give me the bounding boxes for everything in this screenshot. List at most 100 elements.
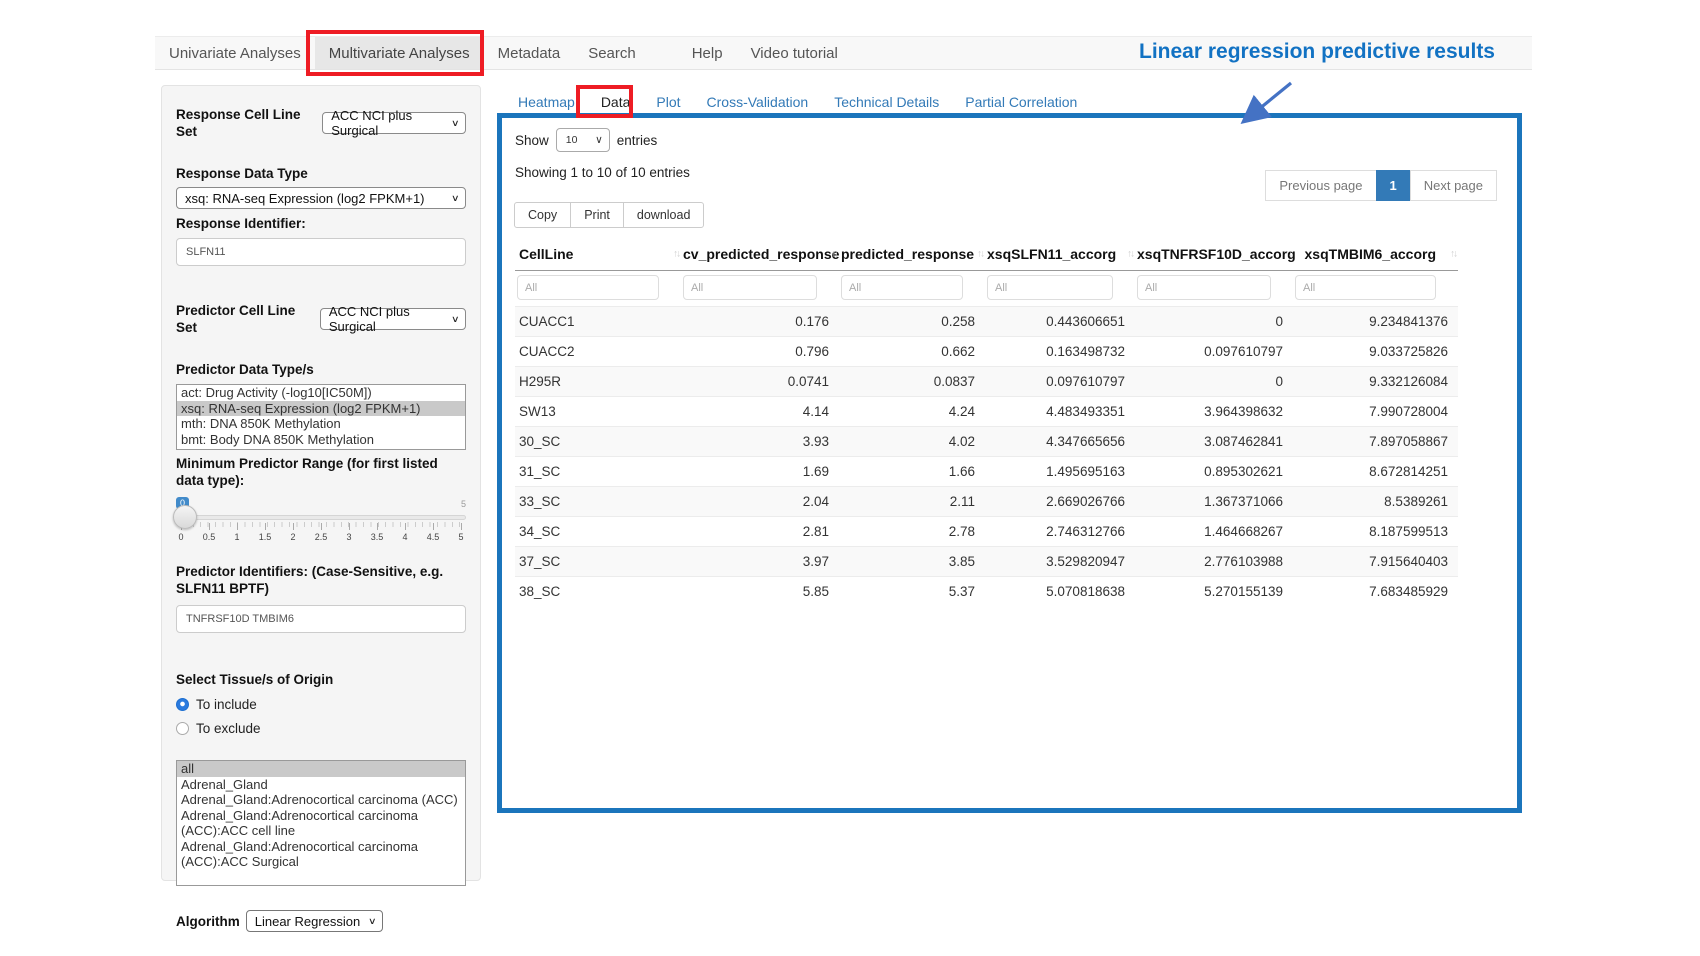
cell-value: 0.097610797 bbox=[1135, 337, 1293, 367]
nav-item-search[interactable]: Search bbox=[574, 37, 650, 69]
predictor-cell-line-set-label: Predictor Cell Line Set bbox=[176, 302, 314, 336]
tick-mark bbox=[433, 523, 434, 530]
response-data-type-select[interactable]: xsq: RNA-seq Expression (log2 FPKM+1) ∨ bbox=[176, 187, 466, 209]
slider-handle[interactable] bbox=[173, 505, 197, 529]
cell-value: 3.93 bbox=[681, 427, 839, 457]
column-filter-input-cv_predicted_response[interactable] bbox=[683, 275, 817, 300]
slider-tick-labels: 00.511.522.533.544.55 bbox=[176, 523, 466, 542]
results-tabbar: HeatmapDataPlotCross-ValidationTechnical… bbox=[505, 88, 1090, 116]
app-window: Univariate AnalysesMultivariate Analyses… bbox=[0, 0, 1700, 956]
tab-partial-correlation[interactable]: Partial Correlation bbox=[952, 88, 1090, 116]
cell-value: 0.097610797 bbox=[985, 367, 1135, 397]
cell-value: 7.683485929 bbox=[1293, 577, 1458, 607]
predictor-data-type-option[interactable]: act: Drug Activity (-log10[IC50M]) bbox=[177, 385, 465, 401]
tab-technical-details[interactable]: Technical Details bbox=[821, 88, 952, 116]
slider-tick: 1 bbox=[232, 523, 242, 542]
tissue-option[interactable]: all bbox=[177, 761, 465, 777]
nav-item-video-tutorial[interactable]: Video tutorial bbox=[737, 37, 852, 69]
predictor-cell-line-set-select[interactable]: ACC NCI plus Surgical ∨ bbox=[320, 308, 466, 330]
tab-data[interactable]: Data bbox=[588, 88, 644, 116]
tab-cross-validation[interactable]: Cross-Validation bbox=[694, 88, 822, 116]
slider-tick: 0.5 bbox=[204, 523, 214, 542]
nav-item-multivariate-analyses[interactable]: Multivariate Analyses bbox=[315, 37, 484, 69]
table-row: 31_SC1.691.661.4956951630.8953026218.672… bbox=[515, 457, 1458, 487]
results-data-table: CellLine↑↓cv_predicted_response↑↓predict… bbox=[515, 238, 1458, 606]
tick-mark bbox=[209, 523, 210, 530]
page-length-select[interactable]: 10 ∨ bbox=[556, 128, 610, 152]
tab-heatmap[interactable]: Heatmap bbox=[505, 88, 588, 116]
response-data-type-label: Response Data Type bbox=[176, 165, 466, 182]
chevron-down-icon: ∨ bbox=[451, 193, 460, 204]
tissue-option[interactable]: Adrenal_Gland:Adrenocortical carcinoma (… bbox=[177, 792, 465, 808]
column-header-xsqtnfrsf10d_accorg[interactable]: xsqTNFRSF10D_accorg↑↓ bbox=[1135, 238, 1293, 271]
column-filter-input-xsqslfn11_accorg[interactable] bbox=[987, 275, 1113, 300]
page-length-value: 10 bbox=[566, 134, 578, 146]
tissue-option[interactable]: Adrenal_Gland:Adrenocortical carcinoma (… bbox=[177, 808, 465, 839]
column-header-predicted_response[interactable]: predicted_response↑↓ bbox=[839, 238, 985, 271]
column-header-xsqtmbim6_accorg[interactable]: xsqTMBIM6_accorg↑↓ bbox=[1293, 238, 1458, 271]
cell-value: 2.81 bbox=[681, 517, 839, 547]
slider-track[interactable] bbox=[176, 515, 466, 520]
table-row: SW134.144.244.4834933513.9643986327.9907… bbox=[515, 397, 1458, 427]
tick-label: 0 bbox=[178, 532, 183, 542]
response-cell-line-set-select[interactable]: ACC NCI plus Surgical ∨ bbox=[322, 112, 466, 134]
previous-page-button[interactable]: Previous page bbox=[1265, 170, 1376, 201]
sort-icon: ↑↓ bbox=[673, 249, 679, 260]
cell-value: 0.0741 bbox=[681, 367, 839, 397]
sort-icon: ↑↓ bbox=[977, 249, 983, 260]
cell-value: 2.776103988 bbox=[1135, 547, 1293, 577]
tick-label: 2.5 bbox=[315, 532, 328, 542]
cell-value: 9.234841376 bbox=[1293, 307, 1458, 337]
copy-button[interactable]: Copy bbox=[514, 202, 571, 228]
next-page-button[interactable]: Next page bbox=[1410, 170, 1497, 201]
download-button[interactable]: download bbox=[623, 202, 705, 228]
predictor-data-type-option[interactable]: bmt: Body DNA 850K Methylation bbox=[177, 432, 465, 448]
tab-plot[interactable]: Plot bbox=[643, 88, 693, 116]
cell-value: 5.85 bbox=[681, 577, 839, 607]
column-filter-input-xsqtnfrsf10d_accorg[interactable] bbox=[1137, 275, 1271, 300]
response-identifier-input[interactable] bbox=[176, 238, 466, 266]
tissue-option[interactable]: Adrenal_Gland:Adrenocortical carcinoma (… bbox=[177, 839, 465, 870]
tick-mark bbox=[293, 523, 294, 530]
nav-item-help[interactable]: Help bbox=[678, 37, 737, 69]
column-filter-input-cellline[interactable] bbox=[517, 275, 659, 300]
predictor-data-type-option[interactable]: xsq: RNA-seq Expression (log2 FPKM+1) bbox=[177, 401, 465, 417]
cell-value: 5.270155139 bbox=[1135, 577, 1293, 607]
response-cell-line-set-label: Response Cell Line Set bbox=[176, 106, 316, 140]
column-filter-input-xsqtmbim6_accorg[interactable] bbox=[1295, 275, 1436, 300]
radio-to-exclude[interactable]: To exclude bbox=[176, 721, 466, 736]
nav-item-metadata[interactable]: Metadata bbox=[484, 37, 575, 69]
predictor-data-types-listbox[interactable]: act: Drug Activity (-log10[IC50M])xsq: R… bbox=[176, 384, 466, 450]
cell-line-name: 38_SC bbox=[515, 577, 681, 607]
column-header-xsqslfn11_accorg[interactable]: xsqSLFN11_accorg↑↓ bbox=[985, 238, 1135, 271]
column-header-cv_predicted_response[interactable]: cv_predicted_response↑↓ bbox=[681, 238, 839, 271]
predictor-data-type-option[interactable]: mth: DNA 850K Methylation bbox=[177, 416, 465, 432]
print-button[interactable]: Print bbox=[570, 202, 624, 228]
cell-value: 9.332126084 bbox=[1293, 367, 1458, 397]
predictor-identifiers-input[interactable] bbox=[176, 605, 466, 633]
table-row: CUACC20.7960.6620.1634987320.0976107979.… bbox=[515, 337, 1458, 367]
slider-tick: 2 bbox=[288, 523, 298, 542]
tissue-listbox[interactable]: allAdrenal_GlandAdrenal_Gland:Adrenocort… bbox=[176, 760, 466, 886]
cell-line-name: CUACC2 bbox=[515, 337, 681, 367]
cell-value: 3.97 bbox=[681, 547, 839, 577]
column-filter-input-predicted_response[interactable] bbox=[841, 275, 963, 300]
nav-item-univariate-analyses[interactable]: Univariate Analyses bbox=[155, 37, 315, 69]
column-header-cellline[interactable]: CellLine↑↓ bbox=[515, 238, 681, 271]
sort-icon: ↑↓ bbox=[1127, 249, 1133, 260]
min-predictor-range-slider[interactable]: 0 5 00.511.522.533.544.55 bbox=[176, 497, 466, 549]
annotation-arrow-icon bbox=[1228, 78, 1300, 130]
page-1-button[interactable]: 1 bbox=[1376, 170, 1411, 201]
tick-label: 2 bbox=[290, 532, 295, 542]
cell-value: 1.367371066 bbox=[1135, 487, 1293, 517]
cell-value: 8.187599513 bbox=[1293, 517, 1458, 547]
radio-to-include[interactable]: To include bbox=[176, 697, 466, 712]
table-row: H295R0.07410.08370.09761079709.332126084 bbox=[515, 367, 1458, 397]
show-entries-suffix: entries bbox=[617, 133, 658, 148]
cell-value: 2.669026766 bbox=[985, 487, 1135, 517]
cell-value: 0.895302621 bbox=[1135, 457, 1293, 487]
cell-value: 7.915640403 bbox=[1293, 547, 1458, 577]
algorithm-select[interactable]: Linear Regression ∨ bbox=[246, 910, 383, 932]
table-row: 34_SC2.812.782.7463127661.4646682678.187… bbox=[515, 517, 1458, 547]
tissue-option[interactable]: Adrenal_Gland bbox=[177, 777, 465, 793]
